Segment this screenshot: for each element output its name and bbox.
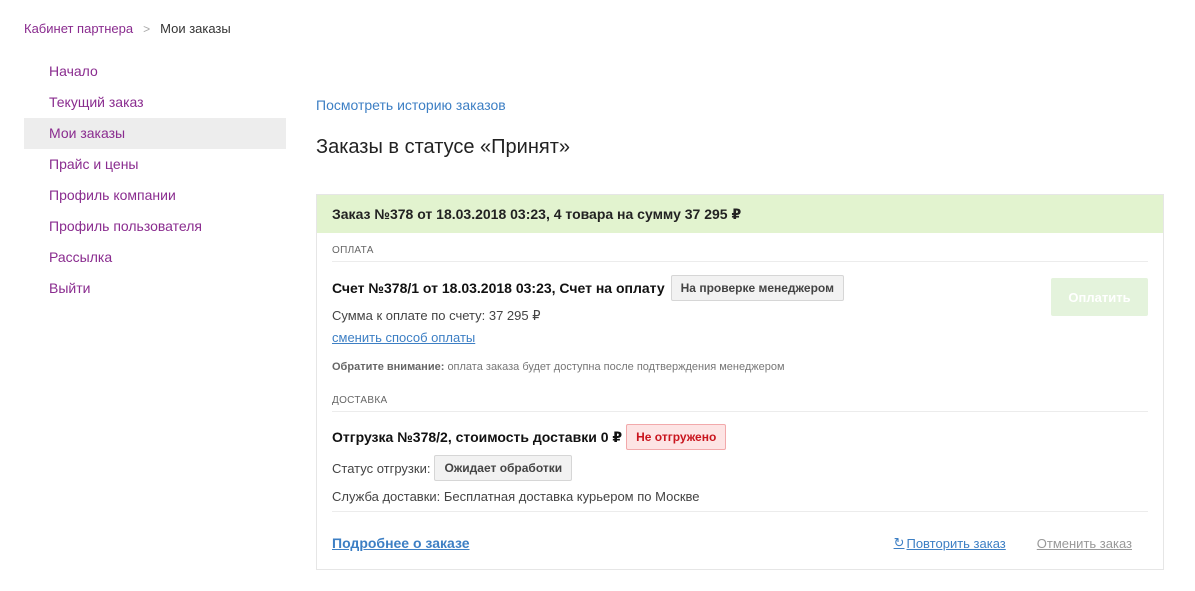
shipment-status-value: Ожидает обработки	[434, 455, 573, 481]
pay-button[interactable]: Оплатить	[1051, 278, 1148, 316]
delivery-section-label: ДОСТАВКА	[332, 373, 1148, 412]
repeat-order-label: Повторить заказ	[906, 535, 1006, 551]
sidebar-item-current-order[interactable]: Текущий заказ	[24, 87, 286, 118]
breadcrumb-partner-cabinet[interactable]: Кабинет партнера	[24, 21, 133, 36]
order-body: ОПЛАТА Счет №378/1 от 18.03.2018 03:23, …	[317, 233, 1163, 504]
order-history-link[interactable]: Посмотреть историю заказов	[316, 97, 506, 113]
breadcrumb-current: Мои заказы	[160, 21, 231, 36]
order-footer: Подробнее о заказе ↻ Повторить заказ Отм…	[332, 535, 1132, 551]
sidebar-item-home[interactable]: Начало	[24, 56, 286, 87]
payment-note-text: оплата заказа будет доступна после подтв…	[447, 361, 785, 373]
shipment-status-badge: Не отгружено	[626, 424, 727, 450]
chevron-right-icon: >	[143, 21, 151, 36]
page-title: Заказы в статусе «Принят»	[316, 136, 570, 158]
sidebar-item-my-orders[interactable]: Мои заказы	[24, 118, 286, 149]
refresh-icon: ↻	[893, 535, 905, 550]
sidebar-item-company-profile[interactable]: Профиль компании	[24, 180, 286, 211]
payment-section-label: ОПЛАТА	[332, 233, 1148, 262]
payment-note: Обратите внимание: оплата заказа будет д…	[332, 361, 1148, 373]
shipment-row: Отгрузка №378/2, стоимость доставки 0 ₽ …	[332, 424, 1148, 450]
repeat-order-link[interactable]: ↻ Повторить заказ	[894, 535, 1006, 551]
payment-note-label: Обратите внимание:	[332, 361, 445, 373]
main-content: Посмотреть историю заказов Заказы в стат…	[316, 97, 1164, 159]
shipment-status-label: Статус отгрузки:	[332, 460, 431, 476]
order-details-link[interactable]: Подробнее о заказе	[332, 535, 470, 551]
invoice-title: Счет №378/1 от 18.03.2018 03:23, Счет на…	[332, 280, 665, 296]
sidebar-item-mailing[interactable]: Рассылка	[24, 242, 286, 273]
sidebar-item-logout[interactable]: Выйти	[24, 273, 286, 304]
shipment-status-row: Статус отгрузки: Ожидает обработки	[332, 455, 1148, 481]
delivery-service: Служба доставки: Бесплатная доставка кур…	[332, 489, 700, 504]
order-header: Заказ №378 от 18.03.2018 03:23, 4 товара…	[317, 195, 1163, 233]
shipment-title: Отгрузка №378/2, стоимость доставки 0 ₽	[332, 428, 623, 445]
change-payment-method-link[interactable]: сменить способ оплаты	[332, 330, 475, 345]
invoice-status-badge: На проверке менеджером	[670, 275, 844, 301]
sidebar-item-prices[interactable]: Прайс и цены	[24, 149, 286, 180]
cancel-order-link[interactable]: Отменить заказ	[1037, 536, 1132, 551]
sidebar-item-user-profile[interactable]: Профиль пользователя	[24, 211, 286, 242]
invoice-row: Счет №378/1 от 18.03.2018 03:23, Счет на…	[332, 275, 1148, 301]
order-card: Заказ №378 от 18.03.2018 03:23, 4 товара…	[316, 194, 1164, 570]
footer-divider	[332, 511, 1148, 512]
invoice-amount: Сумма к оплате по счету: 37 295 ₽	[332, 308, 541, 323]
sidebar: Начало Текущий заказ Мои заказы Прайс и …	[24, 56, 286, 304]
breadcrumb: Кабинет партнера > Мои заказы	[24, 21, 231, 36]
